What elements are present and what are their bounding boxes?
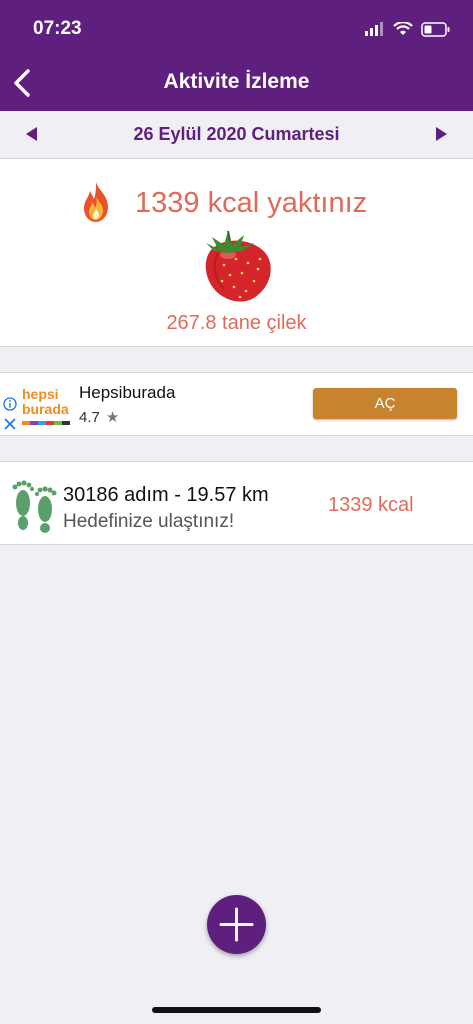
- steps-distance-text: 30186 adım - 19.57 km: [63, 484, 269, 506]
- ad-banner[interactable]: hepsi burada Hepsiburada 4.7 ★ AÇ: [0, 372, 473, 436]
- ad-info-icon[interactable]: [3, 397, 17, 411]
- ad-close-icon[interactable]: [3, 417, 17, 431]
- ad-rating: 4.7 ★: [79, 408, 119, 426]
- battery-icon: [421, 21, 450, 37]
- status-icons: [365, 18, 451, 40]
- feet-icon: [12, 480, 57, 533]
- wifi-icon: [393, 22, 413, 35]
- hepsiburada-logo: hepsi burada: [20, 379, 72, 429]
- logo-line1: hepsi: [22, 386, 59, 402]
- calorie-summary-card: 1339 kcal yaktınız 267.8 tane çilek: [0, 159, 473, 347]
- home-indicator: [152, 1007, 321, 1013]
- activity-list-item[interactable]: 30186 adım - 19.57 km Hedefinize ulaştın…: [0, 461, 473, 545]
- page-title: Aktivite İzleme: [163, 70, 310, 93]
- strawberry-icon: [205, 230, 271, 302]
- status-time: 07:23: [33, 18, 82, 39]
- ad-open-button[interactable]: AÇ: [313, 388, 457, 419]
- flame-icon: [84, 182, 108, 222]
- next-day-button[interactable]: [436, 127, 447, 141]
- header: 07:23 Aktivite İzleme: [0, 0, 473, 111]
- plus-icon: [219, 907, 254, 942]
- calories-burned-text: 1339 kcal yaktınız: [135, 187, 368, 219]
- ad-app-name: Hepsiburada: [79, 383, 176, 402]
- activity-kcal: 1339 kcal: [328, 494, 414, 516]
- date-selector: 26 Eylül 2020 Cumartesi: [0, 111, 473, 159]
- logo-line2: burada: [22, 401, 69, 417]
- signal-icon: [365, 22, 383, 36]
- ad-rating-value: 4.7: [79, 409, 100, 426]
- current-date: 26 Eylül 2020 Cumartesi: [133, 124, 340, 144]
- add-activity-button[interactable]: [207, 895, 266, 954]
- star-icon: ★: [105, 409, 120, 426]
- goal-status-text: Hedefinize ulaştınız!: [63, 511, 235, 532]
- food-equivalent-text: 267.8 tane çilek: [166, 312, 307, 334]
